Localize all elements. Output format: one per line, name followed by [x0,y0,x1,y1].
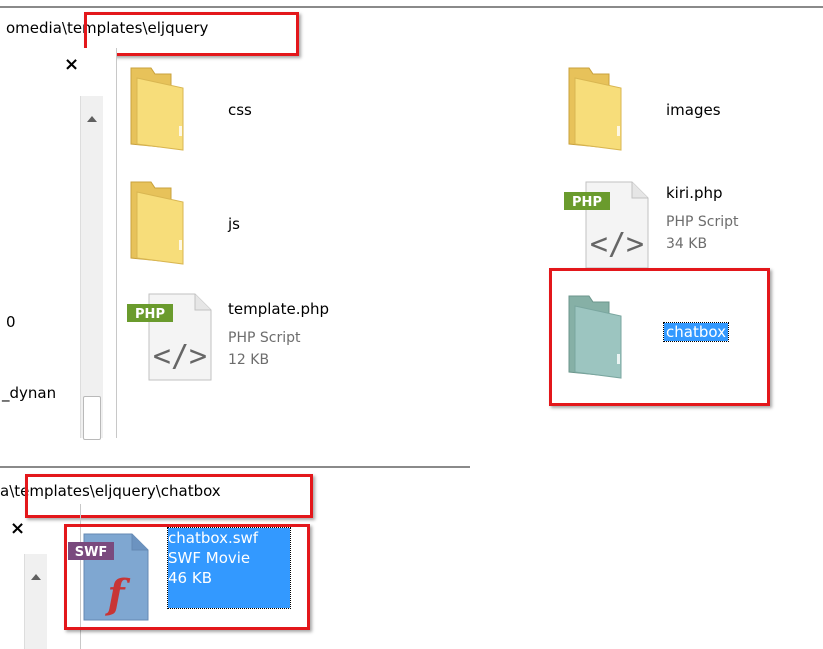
item-name-css[interactable]: css [228,101,252,119]
item-name-images[interactable]: images [666,101,721,119]
item-type-template: PHP Script [228,330,301,346]
item-name-chatbox[interactable]: chatbox [663,322,729,342]
folder-icon[interactable] [563,292,633,386]
item-name-template[interactable]: template.php [228,300,329,318]
navigation-pane-top[interactable]: × 0 _dynan [0,48,117,440]
svg-text:</>: </> [590,227,644,262]
folder-icon[interactable] [563,64,633,156]
svg-text:PHP: PHP [135,307,165,322]
folder-icon[interactable] [125,178,195,270]
svg-text:SWF: SWF [75,545,108,560]
close-icon[interactable]: × [10,518,25,539]
item-type-kiri: PHP Script [666,214,739,230]
item-name-kiri[interactable]: kiri.php [666,184,723,202]
svg-text:PHP: PHP [572,195,602,210]
scrollbar-thumb[interactable] [83,396,101,440]
item-type-swf: SWF Movie [168,549,251,567]
close-icon[interactable]: × [64,54,79,75]
php-file-icon[interactable]: PHP </> [562,180,658,274]
swf-selected-label[interactable]: chatbox.swf SWF Movie 46 KB [167,527,291,609]
swf-file-icon[interactable]: SWF f [68,530,164,626]
item-name-swf[interactable]: chatbox.swf [168,528,290,548]
scrollbar-bottom[interactable] [24,554,47,649]
item-size-swf: 46 KB [168,569,212,587]
folder-icon[interactable] [125,64,195,156]
item-name-js[interactable]: js [228,215,240,233]
php-file-icon[interactable]: PHP </> [125,292,221,386]
scroll-up-icon[interactable] [87,116,97,122]
chatbox-selected-label[interactable]: chatbox [663,322,729,342]
sidebar-item[interactable]: 0 [6,313,16,331]
item-size-template: 12 KB [228,352,270,368]
svg-text:</>: </> [153,339,207,374]
scroll-up-icon[interactable] [31,574,41,580]
scrollbar-top[interactable] [80,96,103,440]
sidebar-item[interactable]: _dynan [2,384,56,402]
item-size-kiri: 34 KB [666,236,708,252]
